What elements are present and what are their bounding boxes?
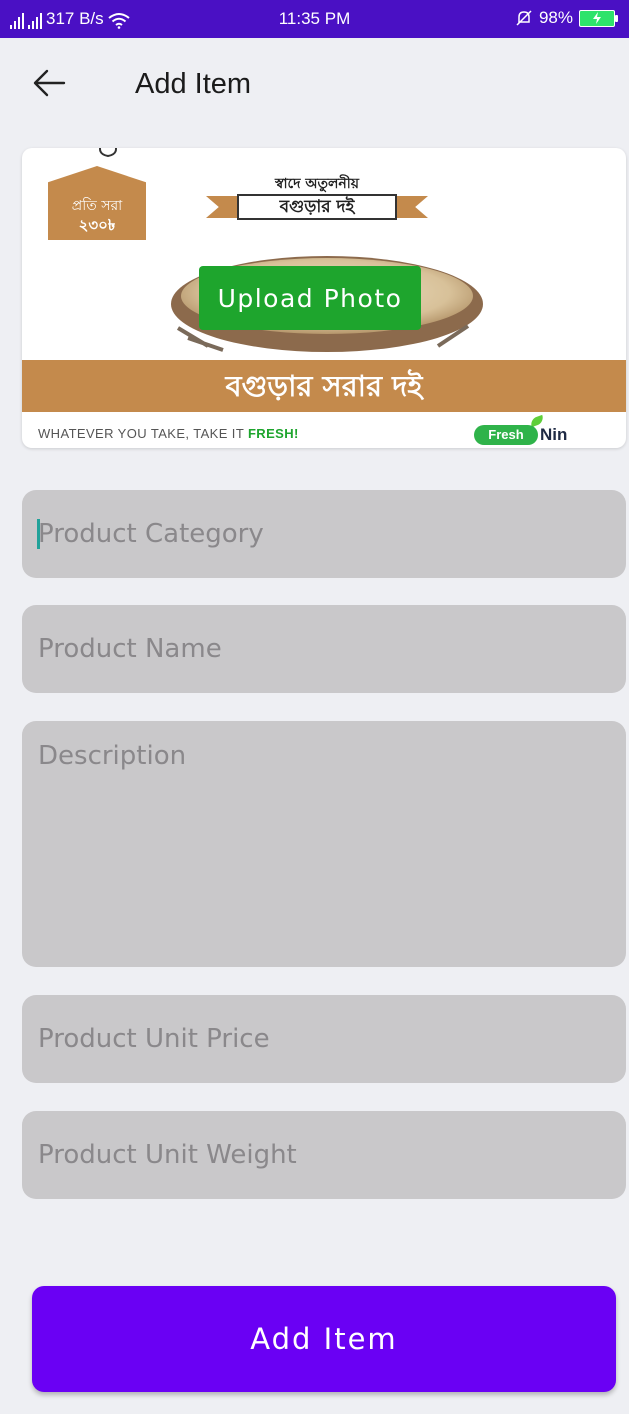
ribbon-main-text: বগুড়ার দই (237, 194, 397, 220)
alarm-muted-icon (516, 10, 532, 26)
banner-strip-text: বগুড়ার সরার দই (22, 360, 626, 412)
product-unit-weight-input[interactable] (22, 1111, 626, 1199)
status-bar: 317 B/s 11:35 PM 98% (0, 0, 629, 38)
app-bar: Add Item (0, 38, 629, 134)
ribbon-left-icon (206, 196, 238, 218)
banner-footer: WHATEVER YOU TAKE, TAKE IT FRESH! Fresh … (22, 412, 626, 448)
page-title: Add Item (135, 68, 252, 100)
freshnin-logo: Fresh Nin (474, 414, 594, 447)
battery-percent: 98% (538, 8, 573, 27)
price-tag: প্রতি সরা ২৩০৳ (48, 166, 146, 240)
tagline-text: WHATEVER YOU TAKE, TAKE IT (38, 426, 248, 441)
product-category-input[interactable] (22, 490, 626, 578)
battery-icon (579, 9, 618, 27)
ribbon-right-icon (396, 196, 428, 218)
product-image-preview: প্রতি সরা ২৩০৳ স্বাদে অতুলনীয় বগুড়ার দ… (22, 148, 626, 448)
logo-right-text: Nin (540, 425, 568, 444)
product-name-input[interactable] (22, 605, 626, 693)
tag-string-icon (99, 148, 117, 158)
product-unit-price-input[interactable] (22, 995, 626, 1083)
arrow-left-icon (33, 69, 66, 97)
add-item-button[interactable]: Add Item (32, 1286, 616, 1392)
logo-left-text: Fresh (474, 425, 538, 445)
upload-photo-button[interactable]: Upload Photo (199, 266, 421, 330)
ribbon-top-text: স্বাদে অতুলনীয় (274, 176, 360, 192)
back-button[interactable] (32, 68, 80, 104)
tagline-highlight: FRESH! (247, 426, 299, 441)
description-textarea[interactable] (22, 721, 626, 967)
status-right: 98% (515, 8, 618, 28)
price-tag-value: ২৩০৳ (78, 216, 116, 234)
tagline: WHATEVER YOU TAKE, TAKE IT FRESH! (38, 426, 299, 441)
ribbon: স্বাদে অতুলনীয় বগুড়ার দই (202, 172, 432, 228)
text-cursor (37, 519, 40, 549)
